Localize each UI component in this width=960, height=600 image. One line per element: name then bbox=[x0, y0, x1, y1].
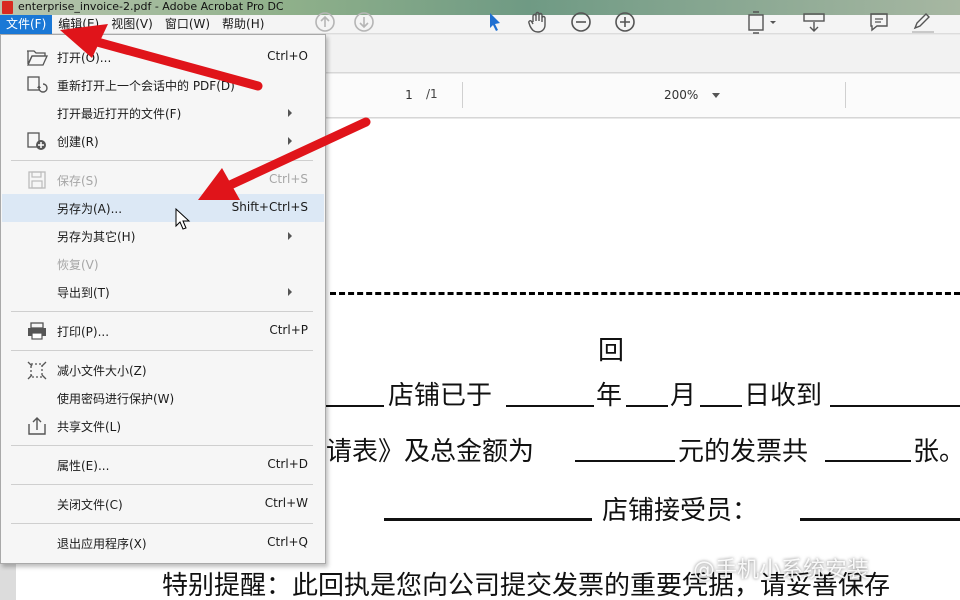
highlight-button[interactable] bbox=[908, 8, 938, 36]
zoom-dropdown[interactable]: 200% bbox=[654, 83, 726, 107]
acrobat-app-icon bbox=[2, 1, 13, 14]
fit-page-button[interactable] bbox=[744, 8, 780, 36]
window-title: enterprise_invoice-2.pdf - Adobe Acrobat… bbox=[18, 0, 284, 13]
menu-reopen-session[interactable]: 重新打开上一个会话中的 PDF(D) bbox=[2, 71, 324, 99]
chevron-right-icon bbox=[288, 137, 292, 145]
save-disk-icon bbox=[28, 171, 46, 189]
page-number-input[interactable] bbox=[392, 84, 426, 106]
menu-separator bbox=[11, 160, 313, 161]
zoom-in-button[interactable] bbox=[612, 8, 638, 36]
chevron-right-icon bbox=[288, 232, 292, 240]
compress-icon bbox=[27, 361, 47, 380]
printer-icon bbox=[28, 322, 46, 340]
zoom-value: 200% bbox=[664, 88, 699, 102]
menu-save-as-other[interactable]: 另存为其它(H) bbox=[2, 222, 324, 250]
menu-window[interactable]: 窗口(W) bbox=[159, 15, 216, 34]
menu-help[interactable]: 帮助(H) bbox=[216, 15, 270, 34]
chevron-right-icon bbox=[288, 109, 292, 117]
menu-file[interactable]: 文件(F) bbox=[0, 15, 53, 34]
menu-separator bbox=[11, 350, 313, 351]
menu-view[interactable]: 视图(V) bbox=[105, 15, 159, 34]
menu-print[interactable]: 打印(P)... Ctrl+P bbox=[2, 317, 324, 345]
doc-line1-c: 月 bbox=[670, 381, 697, 411]
folder-open-icon bbox=[26, 50, 48, 66]
chevron-down-icon bbox=[712, 93, 720, 98]
menu-properties[interactable]: 属性(E)... Ctrl+D bbox=[2, 451, 324, 479]
menu-separator bbox=[11, 484, 313, 485]
comment-button[interactable] bbox=[865, 8, 893, 36]
menu-save[interactable]: 保存(S) Ctrl+S bbox=[2, 166, 324, 194]
menu-edit[interactable]: 编辑(E) bbox=[52, 15, 105, 34]
page-total: /1 bbox=[426, 87, 438, 101]
menu-password-protect[interactable]: 使用密码进行保护(W) bbox=[2, 384, 324, 412]
comment-icon bbox=[870, 13, 888, 32]
blank-underline bbox=[700, 405, 742, 407]
doc-line1-d: 日收到 bbox=[744, 381, 823, 411]
doc-line2-b: 元的发票共 bbox=[678, 437, 809, 467]
file-menu: 打开(O)... Ctrl+O 重新打开上一个会话中的 PDF(D) 打开最近打… bbox=[0, 34, 326, 564]
fit-page-icon bbox=[748, 11, 776, 34]
menu-open[interactable]: 打开(O)... Ctrl+O bbox=[2, 43, 324, 71]
doc-line1-b: 年 bbox=[596, 381, 623, 411]
share-upload-icon bbox=[28, 417, 46, 435]
toolbar-divider bbox=[845, 82, 846, 108]
scroll-mode-button[interactable] bbox=[800, 8, 828, 36]
menu-exit-app[interactable]: 退出应用程序(X) Ctrl+Q bbox=[2, 529, 324, 557]
hand-tool-button[interactable] bbox=[524, 8, 552, 36]
pen-icon bbox=[912, 13, 934, 33]
menu-recent-files[interactable]: 打开最近打开的文件(F) bbox=[2, 99, 324, 127]
menu-save-as[interactable]: 另存为(A)... Shift+Ctrl+S bbox=[2, 194, 324, 222]
blank-underline bbox=[326, 405, 384, 407]
toolbar-divider bbox=[462, 82, 463, 108]
menu-reduce-file-size[interactable]: 减小文件大小(Z) bbox=[2, 356, 324, 384]
prev-page-button[interactable] bbox=[312, 8, 338, 36]
blank-underline bbox=[800, 518, 960, 521]
keyboard-down-icon bbox=[803, 13, 825, 32]
arrow-down-circle-icon bbox=[354, 12, 374, 32]
doc-line2-a: 申请表》及总金额为 bbox=[300, 437, 535, 467]
doc-line1-a: 店铺已于 bbox=[388, 381, 493, 411]
select-tool-button[interactable] bbox=[482, 8, 508, 36]
plus-circle-icon bbox=[615, 12, 635, 32]
doc-line2-c: 张。 bbox=[913, 437, 960, 467]
hand-icon bbox=[528, 11, 546, 33]
doc-heading: 回 bbox=[598, 336, 625, 366]
blank-underline bbox=[506, 405, 594, 407]
blank-underline bbox=[825, 460, 911, 462]
minus-circle-icon bbox=[571, 12, 591, 32]
menu-create[interactable]: 创建(R) bbox=[2, 127, 324, 155]
chevron-right-icon bbox=[288, 288, 292, 296]
cut-line bbox=[330, 292, 960, 295]
blank-underline bbox=[575, 460, 675, 462]
arrow-up-circle-icon bbox=[315, 12, 335, 32]
menu-close-file[interactable]: 关闭文件(C) Ctrl+W bbox=[2, 490, 324, 518]
menu-separator bbox=[11, 523, 313, 524]
blank-underline bbox=[626, 405, 668, 407]
zoom-out-button[interactable] bbox=[568, 8, 594, 36]
menu-separator bbox=[11, 445, 313, 446]
watermark: @手机小系统安装 bbox=[693, 558, 870, 583]
menu-revert[interactable]: 恢复(V) bbox=[2, 250, 324, 278]
blank-underline bbox=[830, 405, 960, 407]
menu-export-to[interactable]: 导出到(T) bbox=[2, 278, 324, 306]
blank-underline bbox=[384, 518, 592, 521]
menu-share-file[interactable]: 共享文件(L) bbox=[2, 412, 324, 440]
cursor-arrow-icon bbox=[490, 13, 500, 31]
menu-separator bbox=[11, 311, 313, 312]
doc-line3: 店铺接受员： bbox=[602, 496, 759, 526]
create-pdf-icon bbox=[27, 132, 46, 150]
next-page-button[interactable] bbox=[351, 8, 377, 36]
reopen-document-icon bbox=[27, 76, 48, 93]
